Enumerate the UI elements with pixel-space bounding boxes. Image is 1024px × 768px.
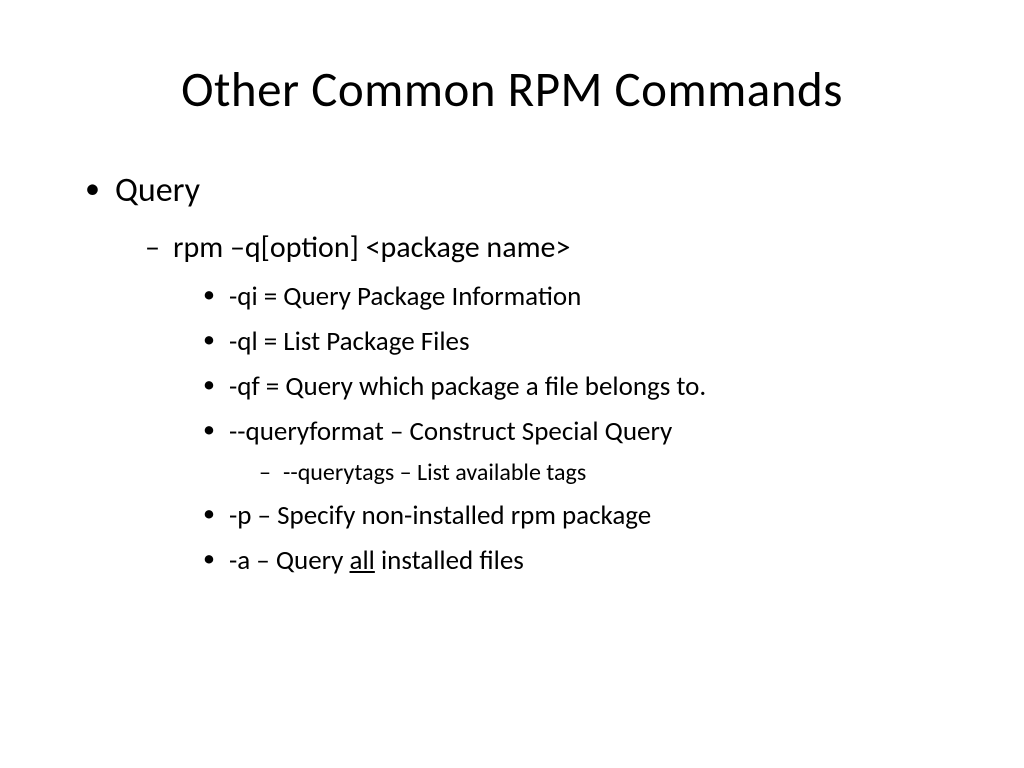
bullet-a-underline: all — [350, 544, 375, 577]
bullet-syntax: rpm –q[option] <package name> -qi = Quer… — [145, 229, 964, 577]
bullet-query-text: Query — [115, 170, 200, 211]
bullet-qi-text: -qi = Query Package Information — [229, 280, 581, 313]
bullet-p-text: -p – Specify non-installed rpm package — [229, 499, 651, 532]
bullet-querytags-text: --querytags – List available tags — [283, 458, 586, 487]
bullet-qf: -qf = Query which package a file belongs… — [203, 370, 964, 403]
bullet-list-level3: -qi = Query Package Information -ql = Li… — [173, 280, 964, 577]
bullet-queryformat: --queryformat – Construct Special Query … — [203, 415, 964, 487]
bullet-qi: -qi = Query Package Information — [203, 280, 964, 313]
bullet-a-post: installed files — [375, 544, 524, 577]
bullet-syntax-text: rpm –q[option] <package name> — [173, 229, 570, 266]
bullet-list-level4: --querytags – List available tags — [229, 458, 964, 487]
slide-title: Other Common RPM Commands — [60, 60, 964, 120]
bullet-ql: -ql = List Package Files — [203, 325, 964, 358]
bullet-querytags: --querytags – List available tags — [259, 458, 964, 487]
slide-container: Other Common RPM Commands Query rpm –q[o… — [0, 0, 1024, 768]
bullet-queryformat-text: --queryformat – Construct Special Query — [229, 415, 672, 448]
bullet-a-pre: -a – Query — [229, 544, 350, 577]
bullet-qf-text: -qf = Query which package a file belongs… — [229, 370, 706, 403]
bullet-ql-text: -ql = List Package Files — [229, 325, 470, 358]
bullet-a: -a – Query all installed files — [203, 544, 964, 577]
bullet-p: -p – Specify non-installed rpm package — [203, 499, 964, 532]
bullet-list-level1: Query rpm –q[option] <package name> -qi … — [60, 170, 964, 577]
bullet-query: Query rpm –q[option] <package name> -qi … — [85, 170, 964, 577]
bullet-list-level2: rpm –q[option] <package name> -qi = Quer… — [115, 229, 964, 577]
